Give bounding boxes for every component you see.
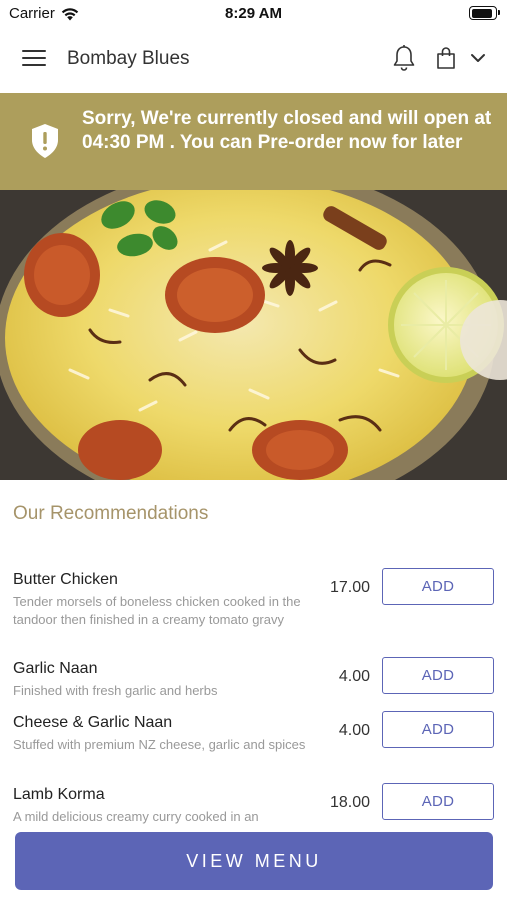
add-button[interactable]: ADD (382, 783, 494, 820)
item-name: Cheese & Garlic Naan (13, 714, 173, 731)
closed-notice-banner: Sorry, We're currently closed and will o… (0, 93, 507, 190)
item-description: Finished with fresh garlic and herbs (13, 683, 218, 698)
biryani-illustration (0, 190, 507, 480)
hero-food-image (0, 190, 507, 480)
item-name: Lamb Korma (13, 786, 105, 803)
item-price: 17.00 (329, 579, 370, 596)
shopping-bag-icon[interactable] (436, 46, 456, 70)
item-description: Tender morsels of boneless chicken cooke… (13, 594, 301, 627)
shield-alert-icon (32, 124, 58, 158)
app-header: Bombay Blues (0, 26, 507, 92)
bell-icon[interactable] (392, 44, 416, 72)
add-button[interactable]: ADD (382, 657, 494, 694)
status-bar: Carrier 8:29 AM (0, 0, 507, 26)
battery-icon (469, 6, 500, 20)
item-price: 18.00 (329, 794, 370, 811)
add-button[interactable]: ADD (382, 568, 494, 605)
chevron-down-icon[interactable] (469, 50, 487, 66)
battery-fill (471, 8, 492, 18)
menu-icon[interactable] (22, 50, 46, 68)
item-description: Stuffed with premium NZ cheese, garlic a… (13, 737, 306, 752)
restaurant-title: Bombay Blues (67, 48, 190, 69)
add-button[interactable]: ADD (382, 711, 494, 748)
clock: 8:29 AM (225, 5, 282, 22)
item-description: A mild delicious creamy curry cooked in … (13, 809, 259, 824)
item-price: 4.00 (338, 668, 370, 685)
closed-notice-text: Sorry, We're currently closed and will o… (82, 108, 492, 153)
item-price: 4.00 (338, 722, 370, 739)
section-title: Our Recommendations (13, 503, 209, 524)
view-menu-button[interactable]: VIEW MENU (15, 832, 493, 890)
item-name: Butter Chicken (13, 571, 118, 588)
item-name: Garlic Naan (13, 660, 98, 677)
